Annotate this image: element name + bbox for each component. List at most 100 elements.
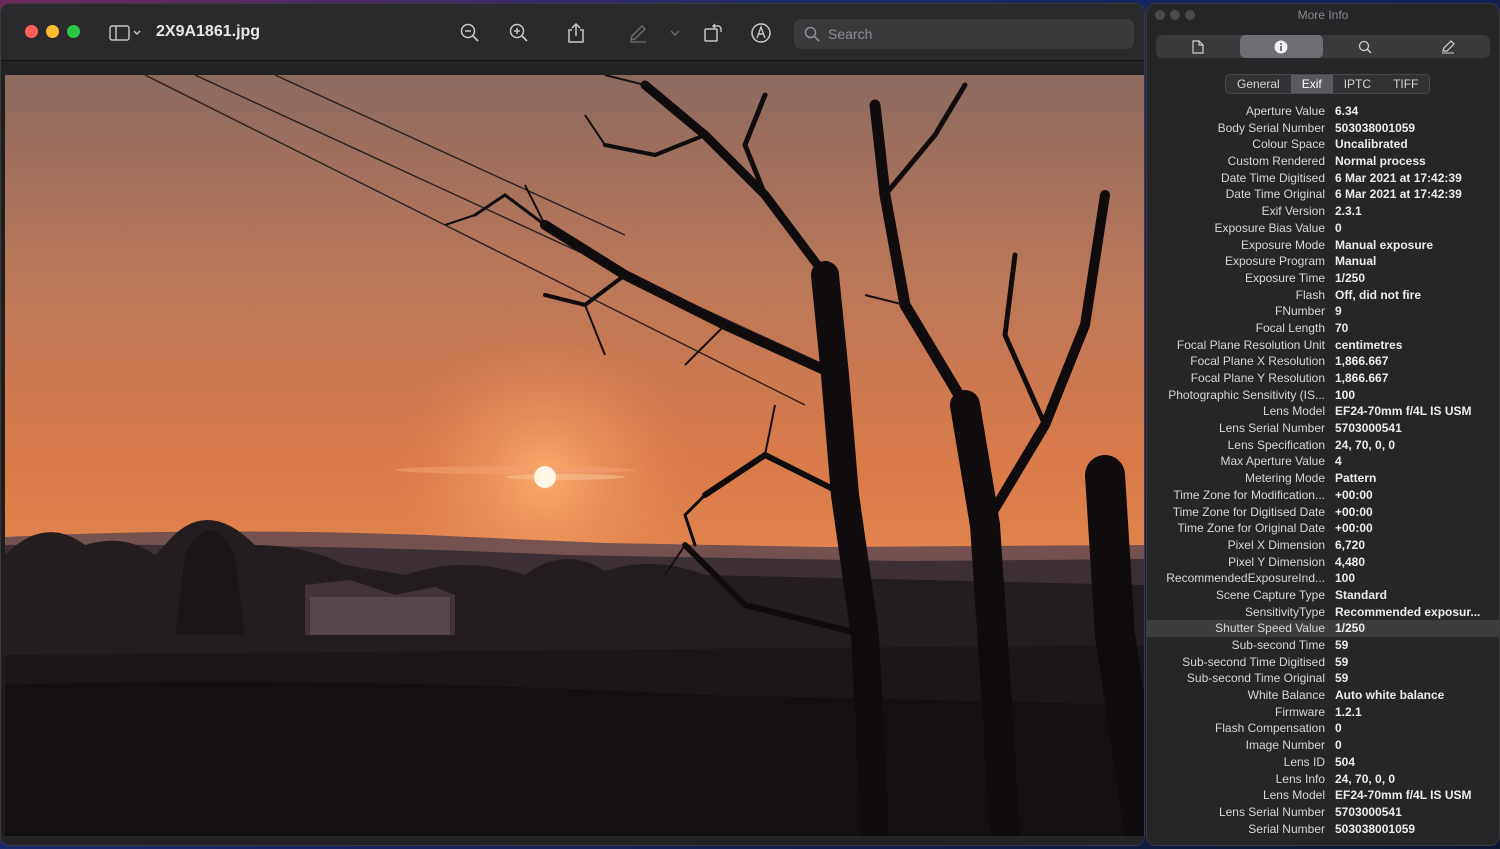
exif-value: 59 [1335, 638, 1349, 652]
exif-row[interactable]: Aperture Value 6.34 [1147, 103, 1499, 120]
close-button[interactable] [25, 25, 38, 38]
sunset-photo [5, 75, 1144, 836]
photo-canvas [5, 75, 1144, 836]
inspector-mode-segment [1156, 35, 1490, 58]
exif-value: 0 [1335, 220, 1342, 235]
exif-row[interactable]: Focal Length 70 [1147, 320, 1499, 337]
exif-key: Lens ID [1283, 754, 1325, 769]
exif-row[interactable]: Image Number 0 [1147, 737, 1499, 754]
exif-value: 6 Mar 2021 at 17:42:39 [1335, 187, 1462, 202]
exif-row[interactable]: Lens Specification 24, 70, 0, 0 [1147, 437, 1499, 454]
exif-value: Manual exposure [1335, 237, 1434, 252]
exif-row[interactable]: Exif Version 2.3.1 [1147, 203, 1499, 220]
exif-row[interactable]: Focal Plane Resolution Unit centimetres [1147, 337, 1499, 354]
exif-row[interactable]: Shutter Speed Value 1/250 [1147, 620, 1499, 637]
exif-row[interactable]: Sub-second Time Original 59 [1147, 670, 1499, 687]
exif-row[interactable]: Sub-second Time Digitised 59 [1147, 654, 1499, 671]
exif-row[interactable]: Flash Compensation 0 [1147, 720, 1499, 737]
exif-row[interactable]: SensitivityType Recommended exposur... [1147, 604, 1499, 621]
exif-row[interactable]: Exposure Bias Value 0 [1147, 220, 1499, 237]
exif-row[interactable]: Time Zone for Modification... +00:00 [1147, 487, 1499, 504]
pencil-icon [630, 25, 646, 43]
exif-row[interactable]: Exposure Program Manual [1147, 253, 1499, 270]
more-info-tab[interactable] [1239, 35, 1323, 58]
exif-row[interactable]: RecommendedExposureInd... 100 [1147, 570, 1499, 587]
zoom-in-button[interactable] [506, 20, 532, 46]
exif-row[interactable]: Scene Capture Type Standard [1147, 587, 1499, 604]
zoom-out-button[interactable] [457, 20, 483, 46]
annotations-tab[interactable] [1407, 35, 1491, 58]
exif-row[interactable]: Pixel X Dimension 6,720 [1147, 537, 1499, 554]
exif-row[interactable]: Time Zone for Original Date +00:00 [1147, 520, 1499, 537]
exif-row[interactable]: Time Zone for Digitised Date +00:00 [1147, 504, 1499, 521]
exif-value: 1/250 [1335, 270, 1366, 285]
tab-tiff[interactable]: TIFF [1382, 75, 1429, 93]
exif-row[interactable]: Body Serial Number 503038001059 [1147, 120, 1499, 137]
exif-row[interactable]: Photographic Sensitivity (IS... 100 [1147, 387, 1499, 404]
exif-row[interactable]: Lens Serial Number 5703000541 [1147, 804, 1499, 821]
tab-iptc[interactable]: IPTC [1333, 75, 1382, 93]
exif-key: Exposure Time [1244, 270, 1325, 285]
exif-row[interactable]: Date Time Original 6 Mar 2021 at 17:42:39 [1147, 186, 1499, 203]
exif-row[interactable]: Firmware 1.2.1 [1147, 704, 1499, 721]
exif-key: Focal Length [1255, 320, 1325, 335]
exif-row[interactable]: Colour Space Uncalibrated [1147, 136, 1499, 153]
markup-menu-button[interactable] [667, 20, 683, 46]
annotate-button[interactable] [748, 20, 774, 46]
search-placeholder: Search [828, 26, 873, 42]
exif-row[interactable]: Max Aperture Value 4 [1147, 453, 1499, 470]
exif-value: 4,480 [1335, 554, 1366, 569]
exif-value: 1/250 [1335, 621, 1366, 636]
sidebar-toggle-button[interactable] [106, 20, 144, 46]
exif-row[interactable]: Exposure Mode Manual exposure [1147, 237, 1499, 254]
tab-general[interactable]: General [1226, 75, 1291, 93]
exif-row[interactable]: Custom Rendered Normal process [1147, 153, 1499, 170]
zoom-button[interactable] [67, 25, 80, 38]
rotate-button[interactable] [700, 20, 726, 46]
sidebar-icon [109, 25, 141, 41]
exif-row[interactable]: Lens Info 24, 70, 0, 0 [1147, 771, 1499, 788]
exif-row[interactable]: Flash Off, did not fire [1147, 287, 1499, 304]
exif-table: Aperture Value 6.34 Body Serial Number 5030… [1147, 103, 1499, 837]
exif-key: Exif Version [1261, 204, 1325, 219]
share-button[interactable] [563, 20, 589, 46]
exif-value: EF24-70mm f/4L IS USM [1335, 788, 1472, 803]
exif-row[interactable]: Serial Number 503038001059 [1147, 821, 1499, 838]
photo-top-margin [1, 61, 1144, 75]
exif-key: Focal Plane X Resolution [1190, 354, 1325, 369]
exif-row[interactable]: Focal Plane Y Resolution 1,866.667 [1147, 370, 1499, 387]
exif-value: 4 [1335, 454, 1342, 469]
tab-exif[interactable]: Exif [1290, 75, 1333, 93]
exif-row[interactable]: Sub-second Time 59 [1147, 637, 1499, 654]
exif-value: Off, did not fire [1335, 287, 1421, 302]
inspector-title: More Info [1297, 8, 1349, 22]
exif-value: 9 [1335, 304, 1342, 319]
exif-value: +00:00 [1335, 487, 1373, 502]
markup-button[interactable] [625, 20, 651, 46]
search-input[interactable]: Search [794, 19, 1134, 49]
keywords-tab[interactable] [1323, 35, 1407, 58]
exif-row[interactable]: Lens Model EF24-70mm f/4L IS USM [1147, 787, 1499, 804]
exif-row[interactable]: Pixel Y Dimension 4,480 [1147, 554, 1499, 571]
minimize-button[interactable] [46, 25, 59, 38]
pen-icon [1442, 39, 1456, 54]
exif-row[interactable]: Focal Plane X Resolution 1,866.667 [1147, 353, 1499, 370]
exif-key: RecommendedExposureInd... [1166, 571, 1325, 586]
exif-value: Pattern [1335, 471, 1377, 486]
toolbar: 2X9A1861.jpg Search [1, 4, 1144, 61]
exif-value: centimetres [1335, 337, 1403, 352]
general-info-tab[interactable] [1156, 35, 1240, 58]
exif-row[interactable]: FNumber 9 [1147, 303, 1499, 320]
exif-row[interactable]: Exposure Time 1/250 [1147, 270, 1499, 287]
preview-window: 2X9A1861.jpg Search [0, 3, 1145, 846]
exif-key: SensitivityType [1244, 604, 1325, 619]
exif-key: Serial Number [1248, 821, 1325, 836]
exif-row[interactable]: Metering Mode Pattern [1147, 470, 1499, 487]
exif-row[interactable]: Date Time Digitised 6 Mar 2021 at 17:42:3… [1147, 170, 1499, 187]
exif-row[interactable]: Lens Model EF24-70mm f/4L IS USM [1147, 403, 1499, 420]
exif-row[interactable]: Lens Serial Number 5703000541 [1147, 420, 1499, 437]
exif-row[interactable]: Lens ID 504 [1147, 754, 1499, 771]
search-icon [804, 26, 820, 42]
exif-row[interactable]: White Balance Auto white balance [1147, 687, 1499, 704]
exif-value: Uncalibrated [1335, 137, 1408, 152]
